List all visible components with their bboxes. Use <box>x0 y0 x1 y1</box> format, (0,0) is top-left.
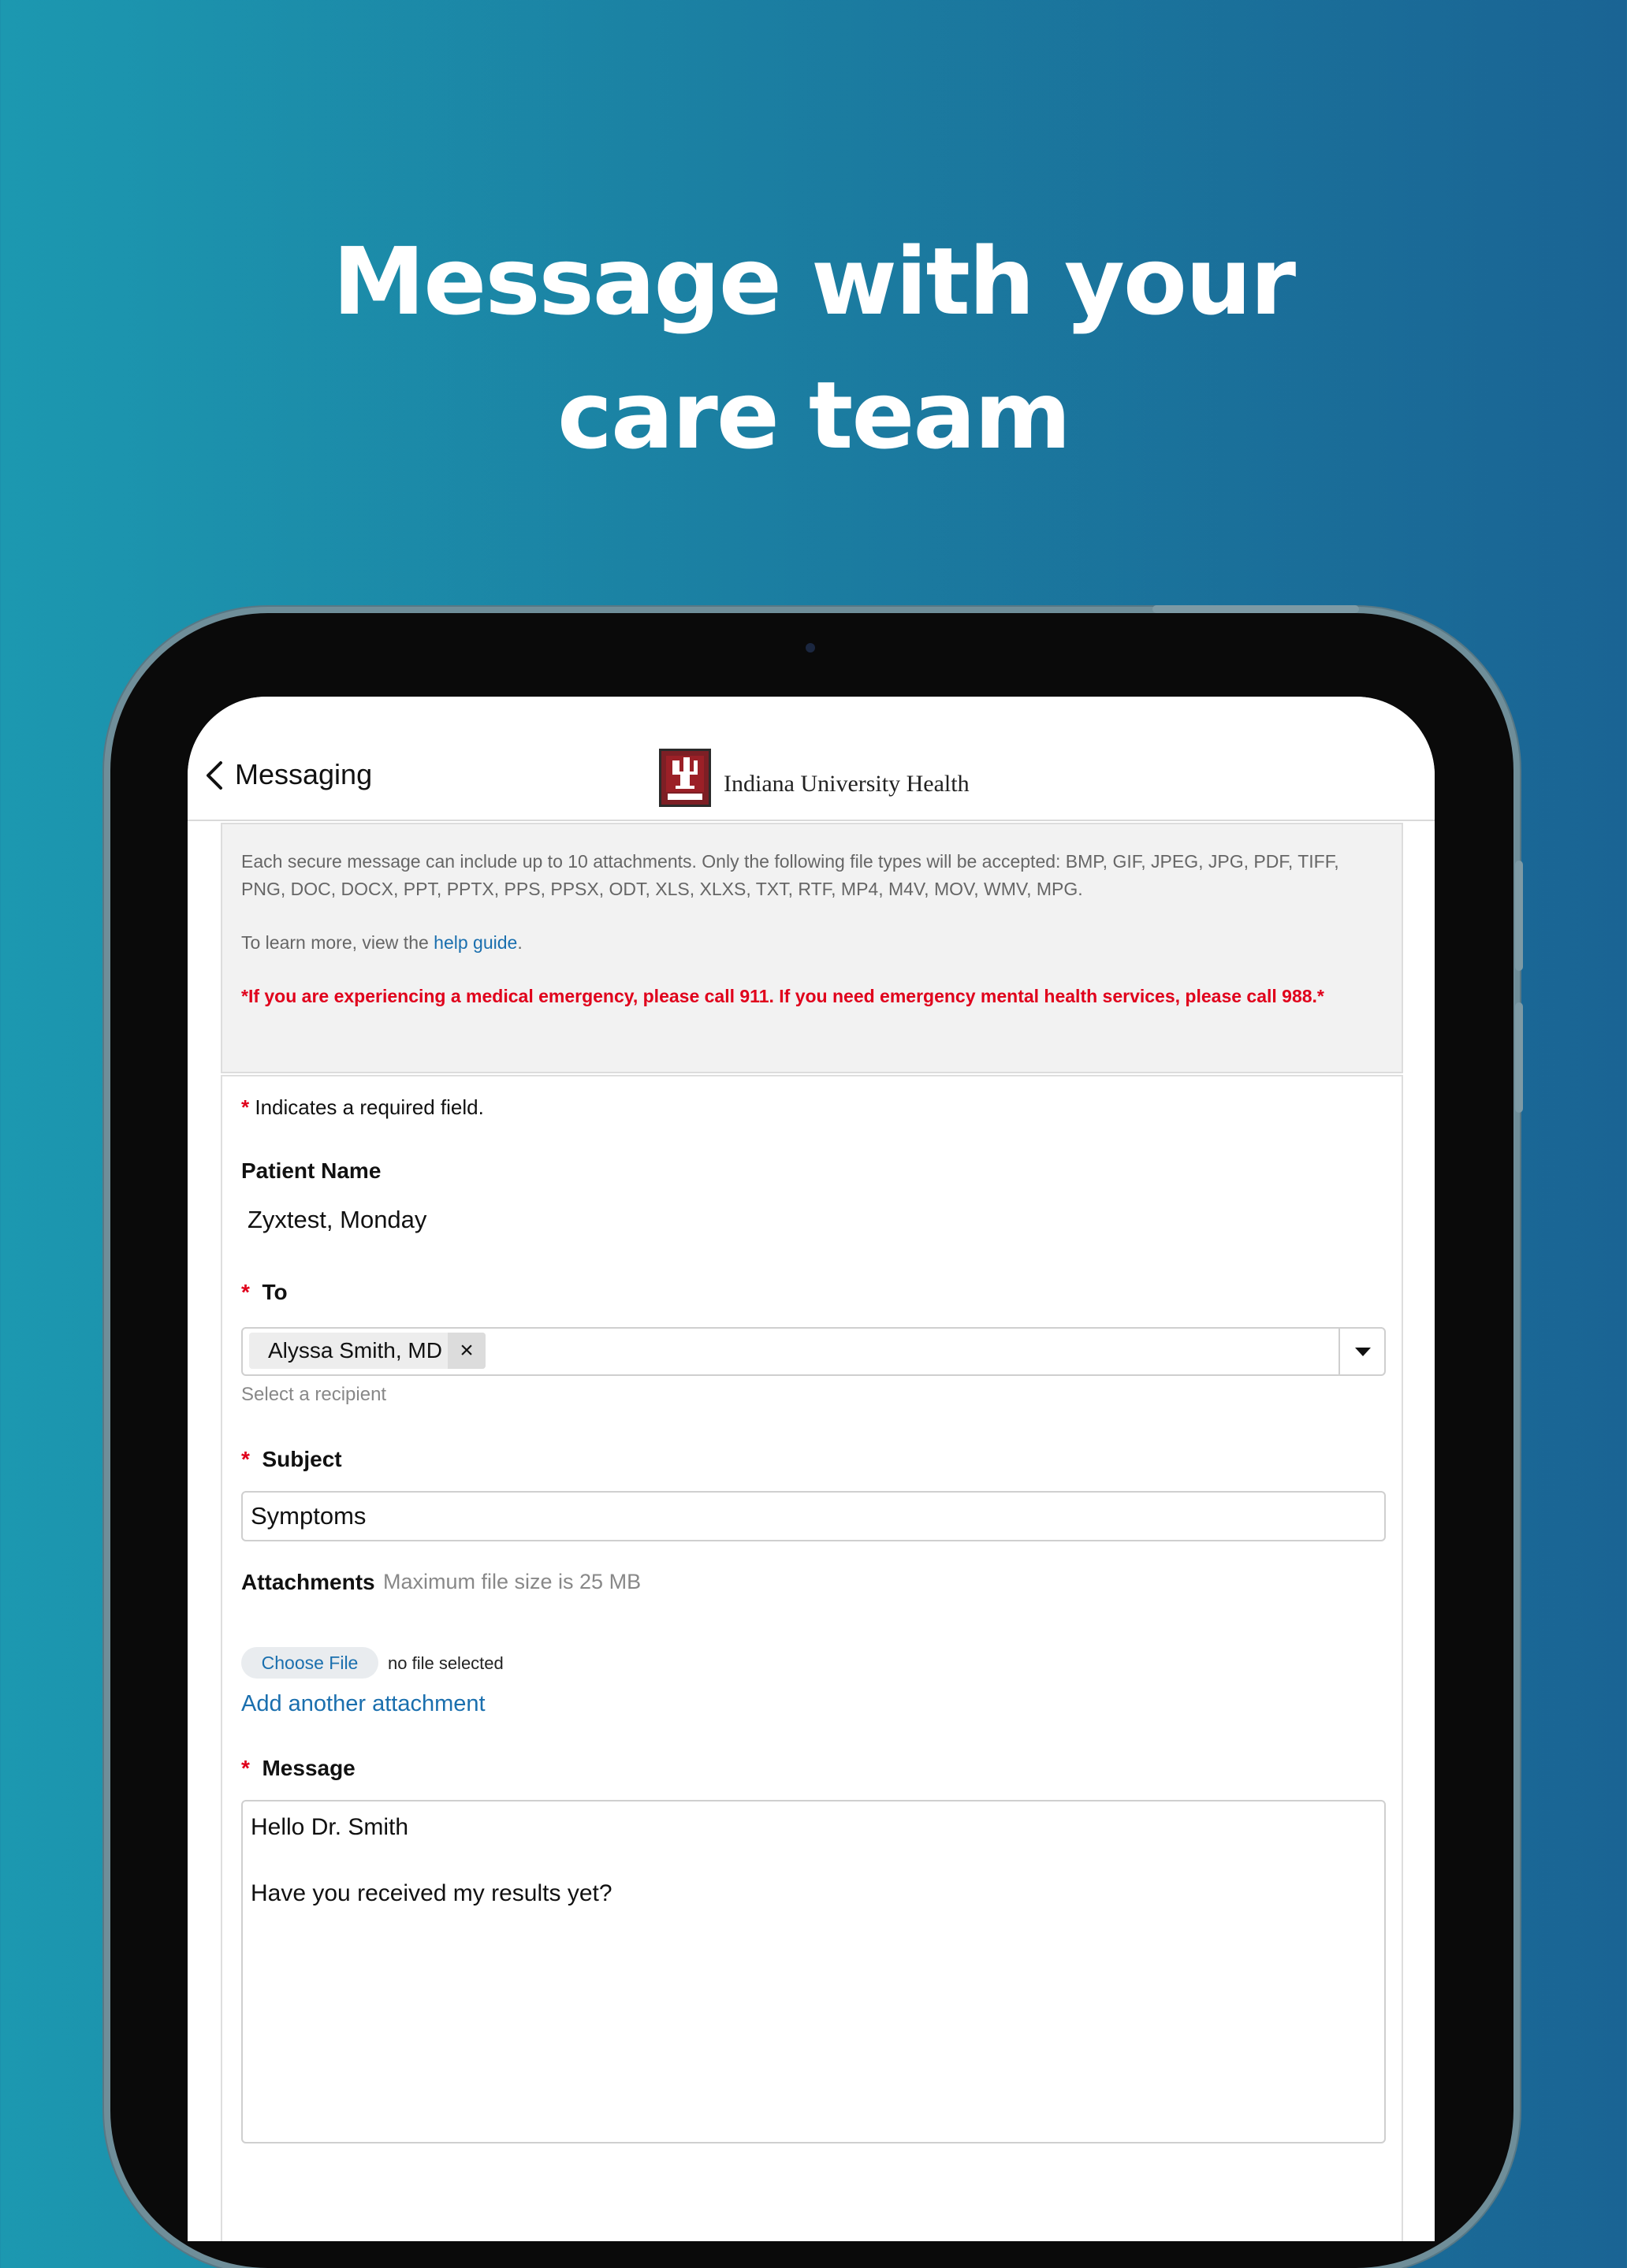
patient-name-value: Zyxtest, Monday <box>248 1206 427 1233</box>
tablet-volume-down-button <box>1515 1002 1523 1113</box>
no-file-selected-text: no file selected <box>388 1653 504 1673</box>
required-star: * <box>241 1447 250 1471</box>
recipient-select[interactable]: Alyssa Smith, MD × <box>241 1327 1386 1376</box>
headline: Message with your care team <box>0 214 1627 482</box>
recipient-chip-label: Alyssa Smith, MD <box>268 1338 442 1363</box>
message-label: * Message <box>241 1756 356 1781</box>
required-star: * <box>241 1095 250 1119</box>
trident-icon <box>666 756 704 800</box>
camera-dot <box>806 643 815 653</box>
recipient-chip: Alyssa Smith, MD × <box>249 1333 486 1369</box>
add-attachment-link[interactable]: Add another attachment <box>241 1691 486 1717</box>
recipient-hint: Select a recipient <box>241 1384 387 1405</box>
message-label-text: Message <box>262 1756 356 1780</box>
help-guide-link[interactable]: help guide <box>434 932 517 953</box>
message-line-1: Hello Dr. Smith <box>251 1814 409 1840</box>
required-star: * <box>241 1280 250 1304</box>
nav-bar: Messaging Indiana University Health <box>188 697 1435 821</box>
iu-trident-logo <box>659 749 711 807</box>
compose-form: * Indicates a required field. Patient Na… <box>221 1075 1403 2241</box>
required-field-note: * Indicates a required field. <box>241 1095 484 1120</box>
subject-label: * Subject <box>241 1447 342 1472</box>
attachment-info-box: Each secure message can include up to 10… <box>221 823 1403 1073</box>
help-guide-sentence: To learn more, view the help guide. <box>241 929 1383 957</box>
subject-input[interactable]: Symptoms <box>241 1491 1386 1541</box>
chevron-left-icon[interactable] <box>200 760 232 791</box>
attachment-rules-text: Each secure message can include up to 10… <box>241 851 1339 899</box>
tablet-volume-up-button <box>1515 861 1523 971</box>
remove-recipient-button[interactable]: × <box>448 1333 486 1369</box>
tablet-top-button <box>1152 605 1359 613</box>
to-label: * To <box>241 1280 288 1305</box>
help-guide-prefix: To learn more, view the <box>241 932 434 953</box>
app-screen: Messaging Indiana University Health Each… <box>188 697 1435 2241</box>
logo-wordmark: Indiana University Health <box>724 771 970 797</box>
to-label-text: To <box>262 1280 288 1304</box>
required-note-text: Indicates a required field. <box>249 1095 484 1119</box>
message-line-2: Have you received my results yet? <box>251 1880 612 1906</box>
help-guide-suffix: . <box>517 932 523 953</box>
attachments-label: Attachments <box>241 1570 375 1594</box>
required-star: * <box>241 1756 250 1780</box>
back-button-label[interactable]: Messaging <box>235 758 372 791</box>
emergency-warning: *If you are experiencing a medical emerg… <box>241 986 1324 1006</box>
subject-input-value: Symptoms <box>251 1502 367 1530</box>
message-textarea[interactable]: Hello Dr. Smith Have you received my res… <box>241 1800 1386 2143</box>
headline-line-2: care team <box>557 361 1071 470</box>
patient-name-label: Patient Name <box>241 1158 382 1183</box>
choose-file-button[interactable]: Choose File <box>241 1647 378 1679</box>
chevron-down-icon[interactable] <box>1338 1329 1384 1374</box>
subject-label-text: Subject <box>262 1447 342 1471</box>
attachments-size-hint: Maximum file size is 25 MB <box>383 1570 642 1593</box>
headline-line-1: Message with your <box>332 227 1296 336</box>
